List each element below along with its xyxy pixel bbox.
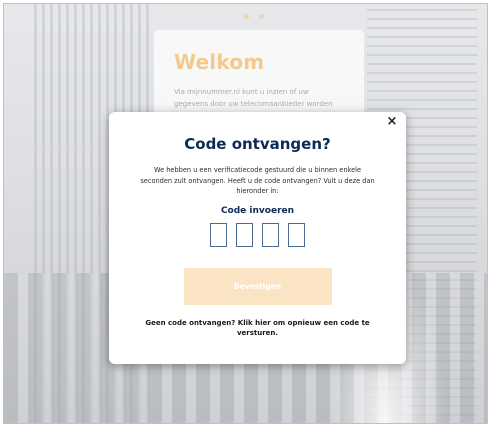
code-digit-input-3[interactable]: [262, 222, 279, 247]
welcome-title: Welkom: [174, 50, 265, 74]
modal-description: We hebben u een verificatiecode gestuurd…: [140, 166, 375, 195]
code-input-group: [109, 222, 406, 247]
code-digit-input-2[interactable]: [236, 222, 253, 247]
code-digit-input-4[interactable]: [288, 222, 305, 247]
welcome-text: Via mijnnummer.nl kunt u inzien of uw ge…: [174, 88, 333, 108]
code-label: Code invoeren: [220, 205, 295, 216]
resend-code-link[interactable]: Geen code ontvangen? Klik hier om opnieu…: [133, 318, 383, 338]
code-modal: × Code ontvangen? We hebben u een verifi…: [109, 112, 406, 364]
confirm-button[interactable]: Bevestigen: [183, 267, 332, 305]
step-dot: [259, 14, 264, 19]
step-dot: [244, 14, 249, 19]
step-indicator: [244, 14, 264, 19]
close-icon[interactable]: ×: [384, 114, 400, 130]
code-digit-input-1[interactable]: [210, 222, 227, 247]
modal-title: Code ontvangen?: [184, 135, 331, 153]
